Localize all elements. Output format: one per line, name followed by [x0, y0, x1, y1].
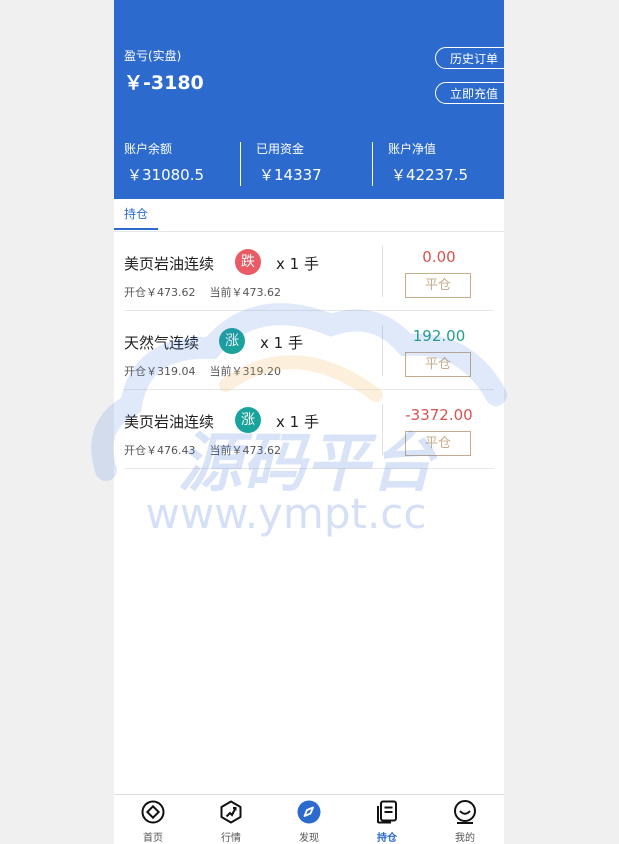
stat-net-value: 账户净值 ￥42237.5: [388, 140, 468, 186]
direction-badge-down: 跌: [235, 249, 261, 275]
pnl-value: ￥-3180: [124, 72, 204, 94]
contract-name: 美页岩油连续: [124, 413, 215, 431]
current-price: 当前￥319.20: [209, 365, 282, 378]
nav-label: 发现: [299, 833, 319, 844]
app-screen: 盈亏(实盘) ￥-3180 历史订单 立即充值 账户余额 ￥31080.5 已用…: [114, 0, 504, 844]
stat-balance: 账户余额 ￥31080.5: [124, 140, 204, 186]
direction-badge-up: 涨: [219, 328, 245, 354]
stat-label: 已用资金: [256, 142, 305, 156]
price-info: 开仓￥319.04 当前￥319.20: [124, 363, 281, 379]
stat-used-funds: 已用资金 ￥14337: [256, 140, 322, 186]
row-divider: [382, 325, 383, 376]
nav-label: 行情: [221, 833, 241, 844]
account-header: 盈亏(实盘) ￥-3180 历史订单 立即充值 账户余额 ￥31080.5 已用…: [114, 0, 504, 199]
pnl-label: 盈亏(实盘): [124, 49, 182, 63]
stat-divider: [240, 142, 241, 186]
nav-market[interactable]: 行情: [192, 795, 270, 844]
profit-loss: -3372.00: [405, 406, 473, 424]
recharge-button[interactable]: 立即充值: [435, 82, 504, 104]
market-icon: [220, 800, 242, 824]
stat-divider: [372, 142, 373, 186]
row-divider: [382, 404, 383, 455]
stat-label: 账户净值: [388, 142, 437, 156]
open-price: 开仓￥319.04: [124, 365, 196, 378]
nav-positions[interactable]: 持仓: [348, 795, 426, 844]
current-price: 当前￥473.62: [209, 286, 282, 299]
nav-label: 我的: [455, 833, 475, 844]
stat-value: ￥31080.5: [127, 166, 205, 184]
open-price: 开仓￥473.62: [124, 286, 196, 299]
profit-loss: 192.00: [412, 327, 466, 345]
lot-quantity: x 1 手: [276, 255, 319, 273]
position-row: 美页岩油连续 涨 x 1 手 开仓￥476.43 当前￥473.62 -3372.…: [114, 390, 504, 469]
nav-discover[interactable]: 发现: [270, 795, 348, 844]
nav-label: 首页: [143, 833, 163, 844]
lot-quantity: x 1 手: [276, 413, 319, 431]
lot-quantity: x 1 手: [260, 334, 303, 352]
position-row: 天然气连续 涨 x 1 手 开仓￥319.04 当前￥319.20 192.00 …: [114, 311, 504, 390]
row-separator: [124, 468, 494, 469]
stat-label: 账户余额: [124, 142, 173, 156]
contract-name: 美页岩油连续: [124, 255, 215, 273]
close-position-button[interactable]: 平仓: [405, 431, 471, 456]
price-info: 开仓￥476.43 当前￥473.62: [124, 442, 281, 458]
tab-positions[interactable]: 持仓: [114, 199, 159, 230]
profile-icon: [454, 800, 476, 824]
home-icon: [141, 800, 165, 824]
row-divider: [382, 246, 383, 297]
close-position-button[interactable]: 平仓: [405, 352, 471, 377]
bottom-nav: 首页 行情 发现 持仓 我的: [114, 794, 504, 844]
history-orders-button[interactable]: 历史订单: [435, 47, 504, 69]
close-position-button[interactable]: 平仓: [405, 273, 471, 298]
position-row: 美页岩油连续 跌 x 1 手 开仓￥473.62 当前￥473.62 0.00 平…: [114, 232, 504, 311]
nav-home[interactable]: 首页: [114, 795, 192, 844]
nav-label: 持仓: [377, 833, 397, 844]
price-info: 开仓￥473.62 当前￥473.62: [124, 284, 281, 300]
current-price: 当前￥473.62: [209, 444, 282, 457]
nav-profile[interactable]: 我的: [426, 795, 504, 844]
stat-value: ￥42237.5: [391, 166, 469, 184]
tab-bar: 持仓: [114, 199, 504, 232]
stat-value: ￥14337: [259, 166, 322, 184]
profit-loss: 0.00: [422, 248, 456, 266]
contract-name: 天然气连续: [124, 334, 200, 352]
position-icon: [377, 800, 397, 824]
direction-badge-up: 涨: [235, 407, 261, 433]
open-price: 开仓￥476.43: [124, 444, 196, 457]
discover-icon: [297, 800, 321, 824]
